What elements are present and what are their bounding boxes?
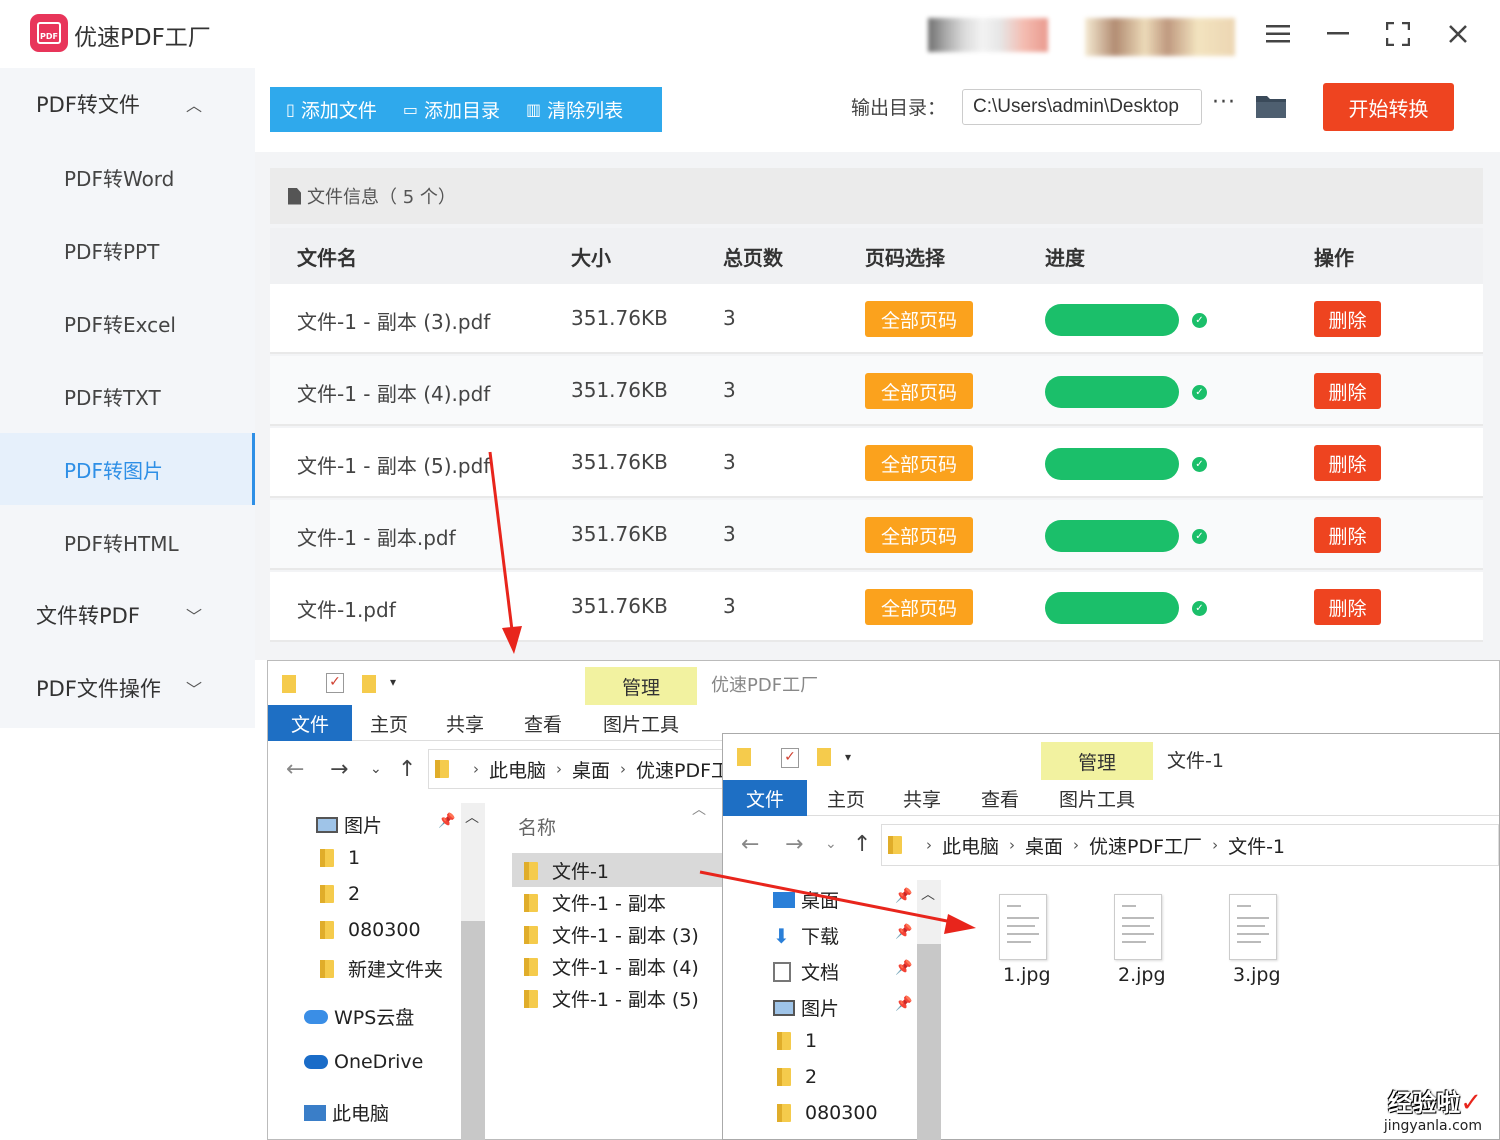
annotation-arrows — [488, 451, 976, 934]
check-icon: ✓ — [1460, 1088, 1482, 1118]
arrow-line — [699, 870, 953, 924]
watermark-url: jingyanla.com — [1383, 1118, 1482, 1134]
arrow-head — [502, 626, 522, 654]
watermark: 经验啦✓ jingyanla.com — [1384, 1083, 1482, 1134]
arrow-line — [488, 451, 514, 631]
watermark-title: 经验啦 — [1388, 1089, 1461, 1117]
arrow-head — [944, 914, 976, 934]
